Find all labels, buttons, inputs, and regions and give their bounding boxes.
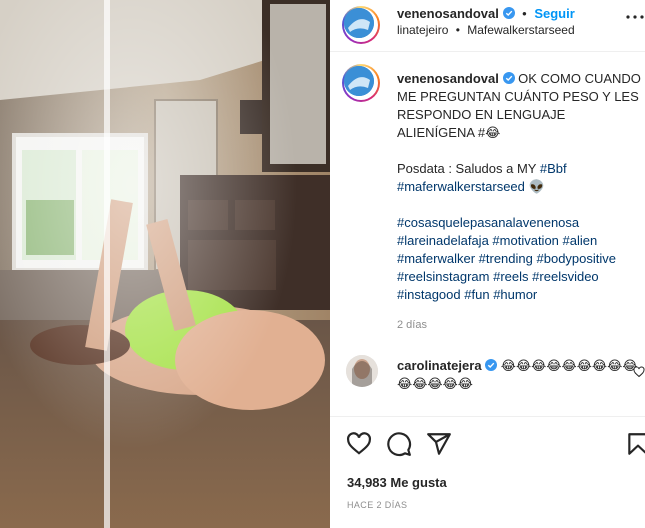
follow-button[interactable]: Seguir [534, 6, 574, 21]
hashtag-link[interactable]: #instagood [397, 287, 461, 302]
hashtag-link[interactable]: #lareinadelafaja [397, 233, 489, 248]
hashtag-link[interactable]: #cosasquelepasanalavenenosa [397, 215, 579, 230]
post-actions: 34,983 Me gusta HACE 2 DÍAS [330, 416, 645, 528]
hashtag-link[interactable]: #reelsvideo [532, 269, 599, 284]
comment-like-icon[interactable] [633, 366, 645, 378]
post-side-panel: venenosandoval • Seguir linatejeiro • Ma… [330, 0, 645, 528]
caption-hashtags: #cosasquelepasanalavenenosa #lareinadela… [397, 214, 642, 304]
hashtag-link[interactable]: #reelsinstagram [397, 269, 490, 284]
likes-number: 34,983 [347, 475, 387, 490]
hashtag-link[interactable]: #humor [493, 287, 537, 302]
commenter-username[interactable]: carolinatejera [397, 358, 482, 373]
avatar-image [344, 66, 374, 96]
comment-icon[interactable] [386, 431, 412, 457]
hashtag-link[interactable]: #reels [493, 269, 528, 284]
caption-main: venenosandoval OK COMO CUANDO ME PREGUNT… [397, 70, 642, 142]
hashtag-link[interactable]: #alien [563, 233, 598, 248]
post-video-frame [0, 0, 330, 528]
comment-item: carolinatejera 😂😂😂😂😂😂😂😂😂😂😂😂😂😂 [397, 357, 642, 393]
hashtag-link[interactable]: #maferwalkerstarseed [397, 179, 525, 194]
postscript-text: Posdata : Saludos a MY [397, 161, 540, 176]
hashtag-link[interactable]: #trending [479, 251, 533, 266]
verified-badge-icon [502, 7, 515, 19]
hashtag-link[interactable]: #fun [464, 287, 489, 302]
caption-avatar[interactable] [342, 64, 380, 102]
more-icon[interactable] [625, 10, 645, 24]
separator-dot: • [455, 23, 460, 37]
audio-link[interactable]: Mafewalkerstarseed [467, 23, 574, 37]
post-date: HACE 2 DÍAS [347, 500, 408, 510]
hashtag-link[interactable]: #Bbf [540, 161, 567, 176]
likes-count[interactable]: 34,983 Me gusta [347, 475, 447, 490]
likes-label: Me gusta [390, 475, 447, 490]
avatar-image [344, 8, 374, 38]
bookmark-icon[interactable] [625, 431, 645, 457]
commenter-avatar[interactable] [346, 355, 378, 387]
post-header: venenosandoval • Seguir linatejeiro • Ma… [330, 0, 645, 52]
share-icon[interactable] [426, 431, 452, 457]
post-media[interactable] [0, 0, 330, 528]
verified-badge-icon [502, 72, 515, 84]
separator-dot: • [522, 6, 527, 21]
author-username[interactable]: venenosandoval [397, 6, 499, 21]
header-user-line: venenosandoval • Seguir [397, 6, 575, 21]
caption-time: 2 días [397, 319, 427, 331]
hashtag-link[interactable]: #motivation [492, 233, 558, 248]
alien-emoji: 👽 [528, 179, 545, 194]
post-caption: venenosandoval OK COMO CUANDO ME PREGUNT… [397, 70, 642, 322]
header-sub-line: linatejeiro • Mafewalkerstarseed [397, 23, 575, 37]
hashtag-link[interactable]: #bodypositive [537, 251, 617, 266]
verified-badge-icon [485, 359, 498, 371]
caption-username[interactable]: venenosandoval [397, 71, 499, 86]
hashtag-link[interactable]: #maferwalker [397, 251, 475, 266]
avatar-image [346, 355, 378, 387]
tagged-user[interactable]: linatejeiro [397, 23, 448, 37]
heart-icon[interactable] [346, 431, 372, 457]
author-avatar[interactable] [342, 6, 380, 44]
caption-postscript: Posdata : Saludos a MY #Bbf #maferwalker… [397, 160, 642, 196]
